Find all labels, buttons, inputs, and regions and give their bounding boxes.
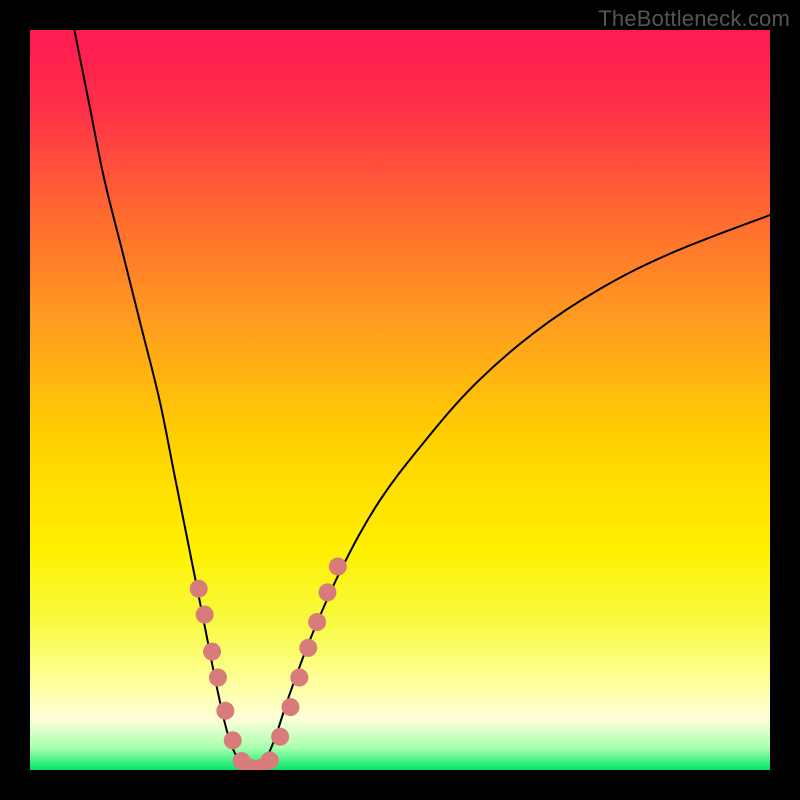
plot-area <box>30 30 770 770</box>
data-point <box>281 698 299 716</box>
chart-container: TheBottleneck.com <box>0 0 800 800</box>
data-point <box>308 613 326 631</box>
data-point <box>190 580 208 598</box>
watermark-text: TheBottleneck.com <box>598 6 790 32</box>
dots-layer <box>30 30 770 770</box>
data-point <box>329 558 347 576</box>
data-point <box>196 606 214 624</box>
data-point <box>224 731 242 749</box>
data-point <box>209 669 227 687</box>
data-point <box>290 669 308 687</box>
data-point <box>203 643 221 661</box>
data-point <box>299 639 317 657</box>
data-point <box>271 728 289 746</box>
data-point <box>318 583 336 601</box>
data-point <box>216 702 234 720</box>
data-point <box>261 751 279 769</box>
